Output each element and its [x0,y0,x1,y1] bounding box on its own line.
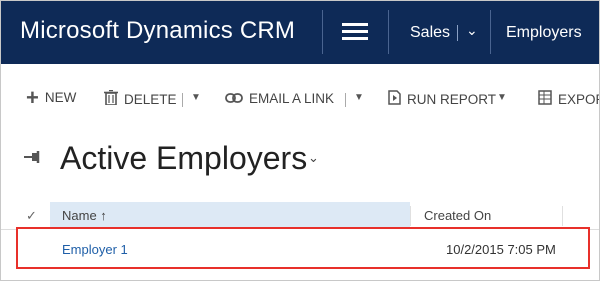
run-report-label: RUN REPORT [407,92,497,107]
table-row[interactable]: Employer 1 10/2/2015 7:05 PM [16,227,590,269]
nav-area-sales[interactable]: Sales [410,24,450,42]
app-title: Microsoft Dynamics CRM [20,17,296,44]
grid-header: ✓ Name ↑ Created On [0,202,600,230]
delete-dropdown-caret-icon[interactable]: ▼ [191,92,201,103]
nav-divider [388,10,389,54]
nav-separator [457,25,458,41]
link-icon [225,90,243,107]
new-button-label: NEW [44,90,77,105]
report-icon [388,90,401,109]
column-header-name[interactable]: Name ↑ [50,202,410,230]
command-bar: + NEW DELETE ▼ EMAIL A LINK ▼ RUN REPORT… [0,64,600,126]
view-selector-chevron-icon[interactable]: ⌄ [308,150,319,166]
top-nav-bar: Microsoft Dynamics CRM Sales ⌄ Employers [0,0,600,64]
delete-button-label: DELETE [124,92,177,107]
run-report-button[interactable]: RUN REPORT [388,90,496,109]
command-separator [345,93,346,107]
column-divider[interactable] [410,206,411,226]
column-header-created-on[interactable]: Created On [424,208,491,223]
employer-name-link[interactable]: Employer 1 [62,242,128,257]
email-a-link-button[interactable]: EMAIL A LINK [225,90,334,107]
delete-button[interactable]: DELETE [104,89,177,109]
trash-icon [104,89,118,109]
excel-icon [538,90,552,109]
plus-icon: + [26,84,39,110]
command-separator [182,93,183,107]
export-label: EXPOR [558,92,600,107]
column-divider[interactable] [562,206,563,226]
nav-divider [490,10,491,54]
pin-icon[interactable] [24,148,44,169]
nav-entity-employers[interactable]: Employers [506,24,582,42]
select-all-check-icon[interactable]: ✓ [26,208,37,224]
chevron-down-icon[interactable]: ⌄ [466,22,478,39]
nav-divider [322,10,323,54]
view-title[interactable]: Active Employers [60,140,307,177]
email-a-link-label: EMAIL A LINK [249,91,335,106]
new-button[interactable]: + NEW [26,84,77,110]
created-on-value: 10/2/2015 7:05 PM [446,242,556,257]
export-button[interactable]: EXPOR [538,90,600,109]
hamburger-menu-icon[interactable] [342,23,368,41]
run-report-caret-icon[interactable]: ▼ [497,92,507,103]
email-dropdown-caret-icon[interactable]: ▼ [354,92,364,103]
